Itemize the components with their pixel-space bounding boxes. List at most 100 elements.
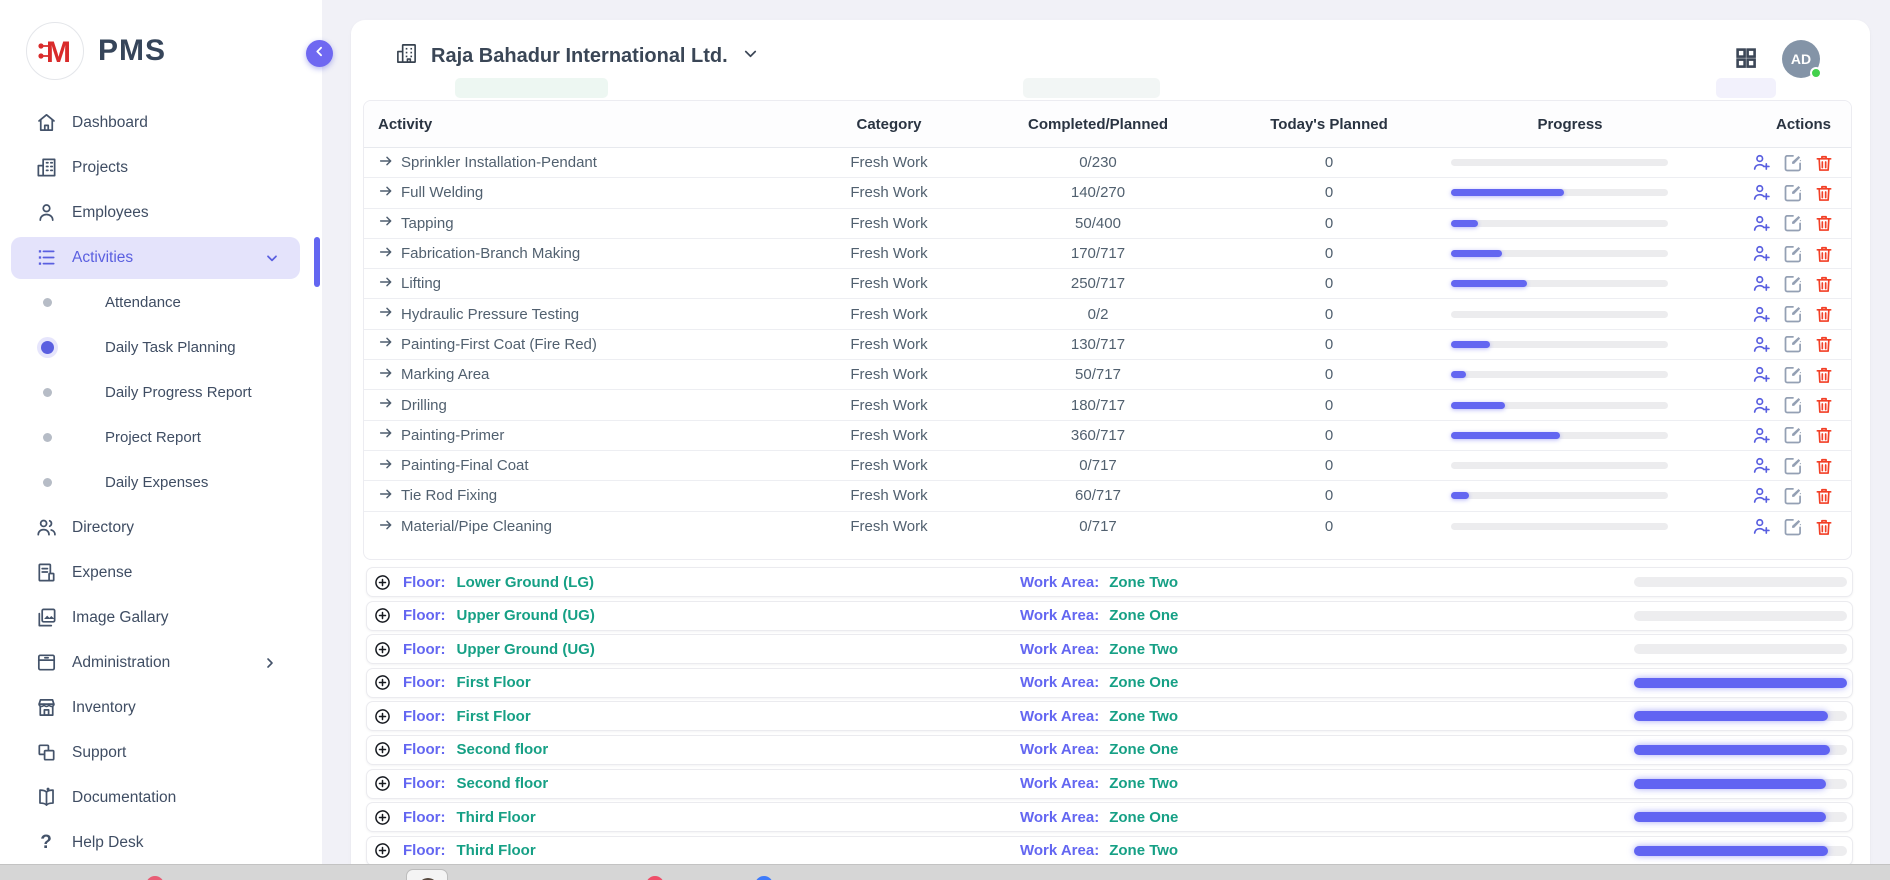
- table-row[interactable]: Painting-Final Coat Fresh Work 0/717 0: [364, 451, 1851, 481]
- sidebar-item-expense[interactable]: Expense: [0, 550, 322, 595]
- assign-user-button[interactable]: [1751, 485, 1772, 506]
- sidebar-item-projects[interactable]: Projects: [0, 145, 322, 190]
- sidebar-item-help-desk[interactable]: ?Help Desk: [0, 820, 322, 865]
- activity-cell[interactable]: Drilling: [364, 395, 794, 415]
- sidebar-subitem-daily-task-planning[interactable]: Daily Task Planning: [0, 325, 322, 370]
- edit-button[interactable]: [1783, 425, 1803, 445]
- assign-user-button[interactable]: [1751, 395, 1772, 416]
- expand-plus-icon[interactable]: [373, 774, 392, 793]
- activity-cell[interactable]: Tapping: [364, 213, 794, 233]
- delete-button[interactable]: [1814, 183, 1834, 203]
- table-row[interactable]: Full Welding Fresh Work 140/270 0: [364, 178, 1851, 208]
- delete-button[interactable]: [1814, 153, 1834, 173]
- table-row[interactable]: Fabrication-Branch Making Fresh Work 170…: [364, 239, 1851, 269]
- sidebar-item-employees[interactable]: Employees: [0, 190, 322, 235]
- activity-cell[interactable]: Sprinkler Installation-Pendant: [364, 153, 794, 173]
- expand-plus-icon[interactable]: [373, 740, 392, 759]
- assign-user-button[interactable]: [1751, 273, 1772, 294]
- assign-user-button[interactable]: [1751, 152, 1772, 173]
- assign-user-button[interactable]: [1751, 213, 1772, 234]
- edit-button[interactable]: [1783, 486, 1803, 506]
- assign-user-button[interactable]: [1751, 243, 1772, 264]
- floor-row[interactable]: Floor: Lower Ground (LG) Work Area: Zone…: [366, 567, 1853, 597]
- expand-plus-icon[interactable]: [373, 841, 392, 860]
- sidebar-item-inventory[interactable]: Inventory: [0, 685, 322, 730]
- delete-button[interactable]: [1814, 365, 1834, 385]
- floor-row[interactable]: Floor: Second floor Work Area: Zone One: [366, 735, 1853, 765]
- floor-row[interactable]: Floor: Upper Ground (UG) Work Area: Zone…: [366, 634, 1853, 664]
- assign-user-button[interactable]: [1751, 304, 1772, 325]
- sidebar-subitem-attendance[interactable]: Attendance: [0, 280, 322, 325]
- edit-button[interactable]: [1783, 456, 1803, 476]
- floor-row[interactable]: Floor: First Floor Work Area: Zone Two: [366, 701, 1853, 731]
- sidebar-item-activities[interactable]: Activities: [0, 235, 322, 280]
- table-row[interactable]: Tapping Fresh Work 50/400 0: [364, 209, 1851, 239]
- assign-user-button[interactable]: [1751, 364, 1772, 385]
- edit-button[interactable]: [1783, 365, 1803, 385]
- floor-row[interactable]: Floor: Third Floor Work Area: Zone One: [366, 802, 1853, 832]
- expand-plus-icon[interactable]: [373, 707, 392, 726]
- floor-row[interactable]: Floor: First Floor Work Area: Zone One: [366, 668, 1853, 698]
- sidebar-subitem-project-report[interactable]: Project Report: [0, 415, 322, 460]
- company-selector[interactable]: Raja Bahadur International Ltd.: [395, 42, 760, 70]
- sidebar-item-documentation[interactable]: Documentation: [0, 775, 322, 820]
- edit-button[interactable]: [1783, 244, 1803, 264]
- sidebar-subitem-daily-expenses[interactable]: Daily Expenses: [0, 460, 322, 505]
- table-row[interactable]: Lifting Fresh Work 250/717 0: [364, 269, 1851, 299]
- edit-button[interactable]: [1783, 517, 1803, 537]
- activity-cell[interactable]: Fabrication-Branch Making: [364, 244, 794, 264]
- delete-button[interactable]: [1814, 334, 1834, 354]
- floor-row[interactable]: Floor: Second floor Work Area: Zone Two: [366, 769, 1853, 799]
- edit-button[interactable]: [1783, 274, 1803, 294]
- floor-row[interactable]: Floor: Upper Ground (UG) Work Area: Zone…: [366, 601, 1853, 631]
- sidebar-subitem-daily-progress-report[interactable]: Daily Progress Report: [0, 370, 322, 415]
- assign-user-button[interactable]: [1751, 455, 1772, 476]
- activity-cell[interactable]: Marking Area: [364, 365, 794, 385]
- expand-plus-icon[interactable]: [373, 606, 392, 625]
- table-row[interactable]: Drilling Fresh Work 180/717 0: [364, 390, 1851, 420]
- delete-button[interactable]: [1814, 274, 1834, 294]
- activity-cell[interactable]: Hydraulic Pressure Testing: [364, 304, 794, 324]
- assign-user-button[interactable]: [1751, 182, 1772, 203]
- activity-cell[interactable]: Painting-Final Coat: [364, 456, 794, 476]
- floor-row[interactable]: Floor: Third Floor Work Area: Zone Two: [366, 836, 1853, 866]
- expand-plus-icon[interactable]: [373, 640, 392, 659]
- sidebar-item-administration[interactable]: Administration: [0, 640, 322, 685]
- edit-button[interactable]: [1783, 183, 1803, 203]
- edit-button[interactable]: [1783, 213, 1803, 233]
- edit-button[interactable]: [1783, 334, 1803, 354]
- delete-button[interactable]: [1814, 517, 1834, 537]
- delete-button[interactable]: [1814, 304, 1834, 324]
- table-row[interactable]: Sprinkler Installation-Pendant Fresh Wor…: [364, 148, 1851, 178]
- table-row[interactable]: Marking Area Fresh Work 50/717 0: [364, 360, 1851, 390]
- sidebar-item-dashboard[interactable]: Dashboard: [0, 100, 322, 145]
- sidebar-item-directory[interactable]: Directory: [0, 505, 322, 550]
- assign-user-button[interactable]: [1751, 425, 1772, 446]
- activity-cell[interactable]: Lifting: [364, 274, 794, 294]
- activity-cell[interactable]: Full Welding: [364, 183, 794, 203]
- delete-button[interactable]: [1814, 456, 1834, 476]
- sidebar-collapse-button[interactable]: [306, 40, 333, 67]
- table-row[interactable]: Material/Pipe Cleaning Fresh Work 0/717 …: [364, 512, 1851, 542]
- edit-button[interactable]: [1783, 304, 1803, 324]
- sidebar-item-support[interactable]: Support: [0, 730, 322, 775]
- delete-button[interactable]: [1814, 213, 1834, 233]
- edit-button[interactable]: [1783, 395, 1803, 415]
- table-row[interactable]: Hydraulic Pressure Testing Fresh Work 0/…: [364, 299, 1851, 329]
- expand-plus-icon[interactable]: [373, 808, 392, 827]
- table-row[interactable]: Painting-First Coat (Fire Red) Fresh Wor…: [364, 330, 1851, 360]
- expand-plus-icon[interactable]: [373, 573, 392, 592]
- assign-user-button[interactable]: [1751, 516, 1772, 537]
- delete-button[interactable]: [1814, 425, 1834, 445]
- user-avatar[interactable]: AD: [1782, 40, 1820, 78]
- table-row[interactable]: Painting-Primer Fresh Work 360/717 0: [364, 421, 1851, 451]
- table-row[interactable]: Tie Rod Fixing Fresh Work 60/717 0: [364, 481, 1851, 511]
- activity-cell[interactable]: Painting-First Coat (Fire Red): [364, 334, 794, 354]
- delete-button[interactable]: [1814, 486, 1834, 506]
- delete-button[interactable]: [1814, 395, 1834, 415]
- activity-cell[interactable]: Tie Rod Fixing: [364, 486, 794, 506]
- apps-grid-button[interactable]: [1734, 46, 1758, 70]
- expand-plus-icon[interactable]: [373, 673, 392, 692]
- assign-user-button[interactable]: [1751, 334, 1772, 355]
- activity-cell[interactable]: Painting-Primer: [364, 425, 794, 445]
